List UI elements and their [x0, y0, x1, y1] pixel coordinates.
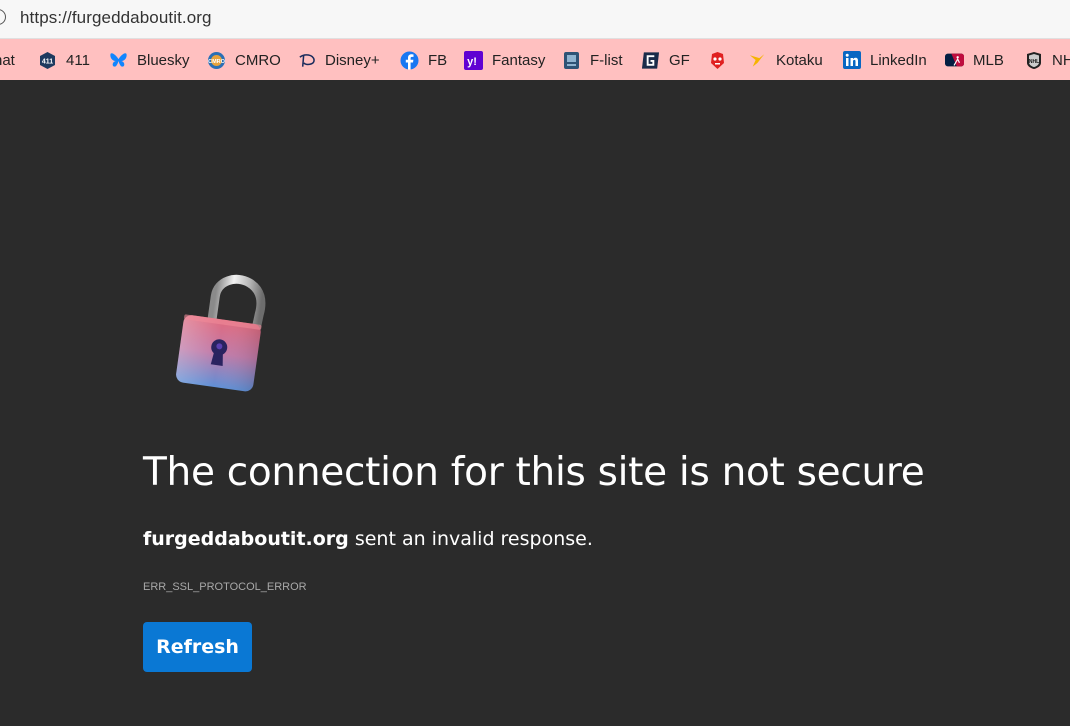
mlb-icon [945, 51, 964, 70]
flist-icon [562, 51, 581, 70]
bookmark-disney[interactable]: Disney+ [297, 49, 380, 71]
bookmark-label: 411 [66, 51, 90, 69]
bookmark-label: Fantasy [492, 51, 546, 69]
bookmark-label: GF [669, 51, 690, 69]
url-text[interactable]: https://furgeddaboutit.org [20, 8, 212, 28]
bookmark-nhl[interactable]: NHL NH [1024, 49, 1070, 71]
mask-icon [708, 51, 727, 70]
yahoo-icon: y! [464, 50, 483, 70]
bookmark-label: FB [428, 51, 448, 69]
kotaku-icon [748, 51, 767, 70]
bookmark-label: Bluesky [137, 51, 190, 69]
svg-text:y!: y! [467, 56, 477, 68]
error-code: ERR_SSL_PROTOCOL_ERROR [143, 581, 307, 593]
bookmark-mlb[interactable]: MLB [945, 49, 1004, 71]
bookmark-label: LinkedIn [870, 51, 927, 69]
411-icon: 411 [38, 51, 57, 70]
svg-text:CMRO: CMRO [208, 59, 226, 65]
bookmark-label: hat [0, 51, 15, 69]
error-title: The connection for this site is not secu… [143, 450, 925, 495]
bookmark-label: MLB [973, 51, 1004, 69]
bookmark-chat[interactable]: hat [0, 49, 15, 71]
linkedin-icon [842, 51, 861, 70]
cmro-icon: CMRO [207, 51, 226, 70]
butterfly-icon [109, 51, 128, 70]
bookmark-label: Disney+ [325, 51, 380, 69]
bookmark-bluesky[interactable]: Bluesky [109, 49, 190, 71]
bookmark-cmro[interactable]: CMRO CMRO [207, 49, 281, 71]
error-domain: furgeddaboutit.org [143, 528, 349, 550]
site-info-icon[interactable] [0, 9, 6, 25]
bookmark-label: NH [1052, 51, 1070, 69]
svg-text:411: 411 [42, 58, 53, 65]
bookmark-kotaku[interactable]: Kotaku [748, 49, 823, 71]
open-padlock-icon [170, 270, 280, 400]
bookmark-mask[interactable] [708, 49, 736, 71]
nhl-icon: NHL [1024, 51, 1043, 70]
gf-icon [641, 51, 660, 70]
bookmark-label: F-list [590, 51, 623, 69]
bookmark-label: CMRO [235, 51, 281, 69]
facebook-icon [400, 51, 419, 70]
address-bar[interactable]: https://furgeddaboutit.org [0, 0, 1070, 39]
bookmark-gf[interactable]: GF [641, 49, 690, 71]
bookmarks-bar: hat 411 411 Bluesky CMRO CMRO Disney+ FB [0, 39, 1070, 80]
refresh-button[interactable]: Refresh [143, 622, 252, 672]
bookmark-fb[interactable]: FB [400, 49, 447, 71]
svg-text:NHL: NHL [1028, 58, 1038, 64]
error-message: furgeddaboutit.org sent an invalid respo… [143, 528, 593, 550]
error-message-text: sent an invalid response. [354, 528, 593, 550]
bookmark-flist[interactable]: F-list [562, 49, 623, 71]
bookmark-linkedin[interactable]: LinkedIn [842, 49, 927, 71]
bookmark-411[interactable]: 411 411 [38, 49, 90, 71]
bookmark-fantasy[interactable]: y! Fantasy [464, 49, 545, 71]
bookmark-label: Kotaku [776, 51, 823, 69]
disney-icon [297, 51, 316, 70]
